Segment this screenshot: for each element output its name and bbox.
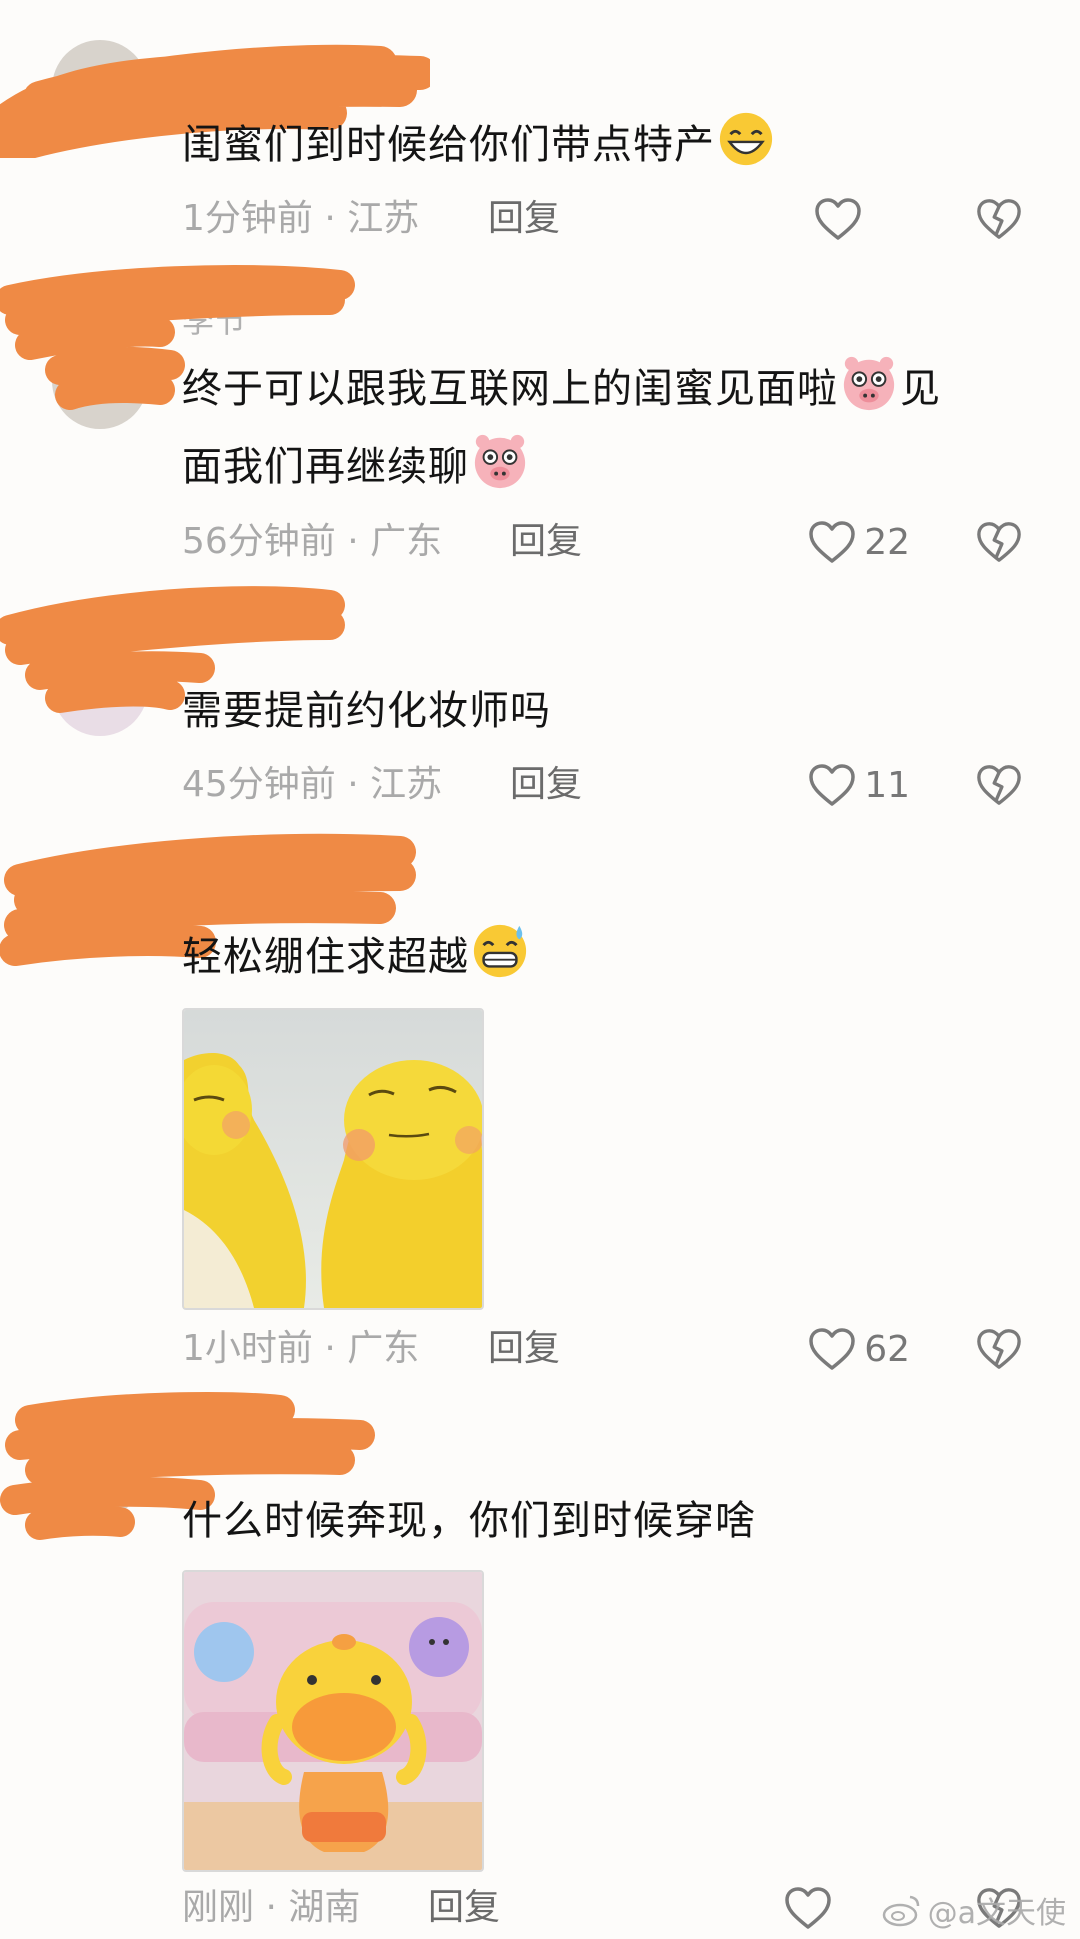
sticker-image[interactable] [182, 1008, 484, 1310]
yellow-creatures-sticker-image-icon [184, 1010, 482, 1308]
like-button[interactable] [814, 189, 910, 249]
heart-icon [808, 1327, 856, 1371]
heart-icon [814, 197, 862, 241]
watermark: @a文天使 [882, 1888, 1066, 1932]
sticker-image[interactable] [182, 1570, 484, 1872]
heart-icon [808, 520, 856, 564]
dislike-button[interactable] [976, 1319, 1022, 1379]
like-button[interactable]: 11 [808, 755, 910, 815]
heart-icon [784, 1886, 832, 1930]
comment-meta: 1小时前 · 广东 [182, 1328, 420, 1369]
reply-button[interactable]: 回复 [488, 1319, 560, 1379]
comment-meta: 刚刚 · 湖南 [182, 1887, 361, 1928]
like-button[interactable]: 22 [808, 512, 910, 572]
pig-face-emoji-icon [474, 434, 526, 489]
like-button[interactable]: 62 [808, 1319, 910, 1379]
grimacing-sweat-emoji-icon [473, 924, 527, 978]
comment-text: 需要提前约化妆师吗 [182, 688, 551, 734]
dislike-button[interactable] [976, 189, 1022, 249]
dislike-button[interactable] [976, 755, 1022, 815]
comment-meta: 56分钟前 · 广东 [182, 521, 443, 562]
like-button[interactable] [784, 1878, 880, 1938]
dislike-button[interactable] [976, 512, 1022, 572]
reply-button[interactable]: 回复 [510, 755, 582, 815]
heart-icon [808, 763, 856, 807]
broken-heart-icon [976, 197, 1022, 241]
comment-meta: 1分钟前 · 江苏 [182, 198, 420, 239]
reply-button[interactable]: 回复 [510, 512, 582, 572]
broken-heart-icon [976, 520, 1022, 564]
comment-meta: 45分钟前 · 江苏 [182, 764, 443, 805]
weibo-logo-icon [882, 1895, 919, 1927]
broken-heart-icon [976, 1327, 1022, 1371]
reply-button[interactable]: 回复 [428, 1878, 500, 1938]
comment-text: 什么时候奔现，你们到时候穿啥 [182, 1498, 756, 1544]
orange-duck-sticker-image-icon [184, 1572, 482, 1870]
reply-button[interactable]: 回复 [488, 189, 560, 249]
comment-text: 闺蜜们到时候给你们带点特产 [182, 106, 1020, 184]
grinning-face-emoji-icon [719, 112, 773, 166]
pig-face-emoji-icon [843, 356, 895, 411]
comment-text: 轻松绷住求超越 [182, 918, 1020, 996]
broken-heart-icon [976, 763, 1022, 807]
comment-text: 终于可以跟我互联网上的闺蜜见面啦见 面我们再继续聊 [182, 350, 1020, 506]
